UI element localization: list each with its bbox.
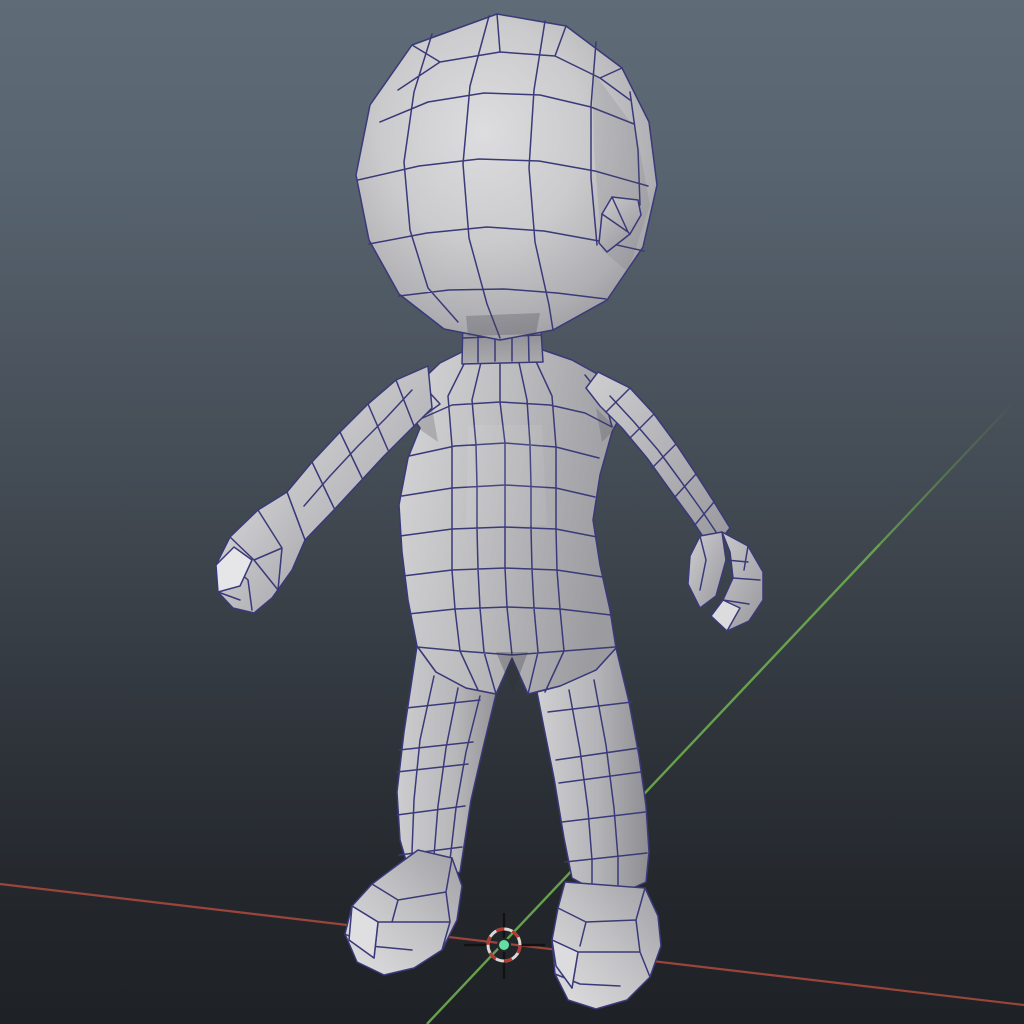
right-hand-thumb-mesh[interactable] [687, 531, 727, 609]
3d-viewport[interactable] [0, 0, 1024, 1024]
viewport-canvas[interactable] [0, 0, 1024, 1024]
character-model[interactable] [215, 13, 764, 1010]
chest-highlight [466, 425, 547, 527]
y-axis-line-fade [879, 401, 1015, 545]
chin-shadow [466, 313, 540, 336]
x-axis-line [0, 882, 1024, 1007]
cursor-3d [464, 913, 545, 979]
origin-point-dot [497, 938, 511, 952]
right-shoe-mesh[interactable] [551, 881, 662, 1010]
